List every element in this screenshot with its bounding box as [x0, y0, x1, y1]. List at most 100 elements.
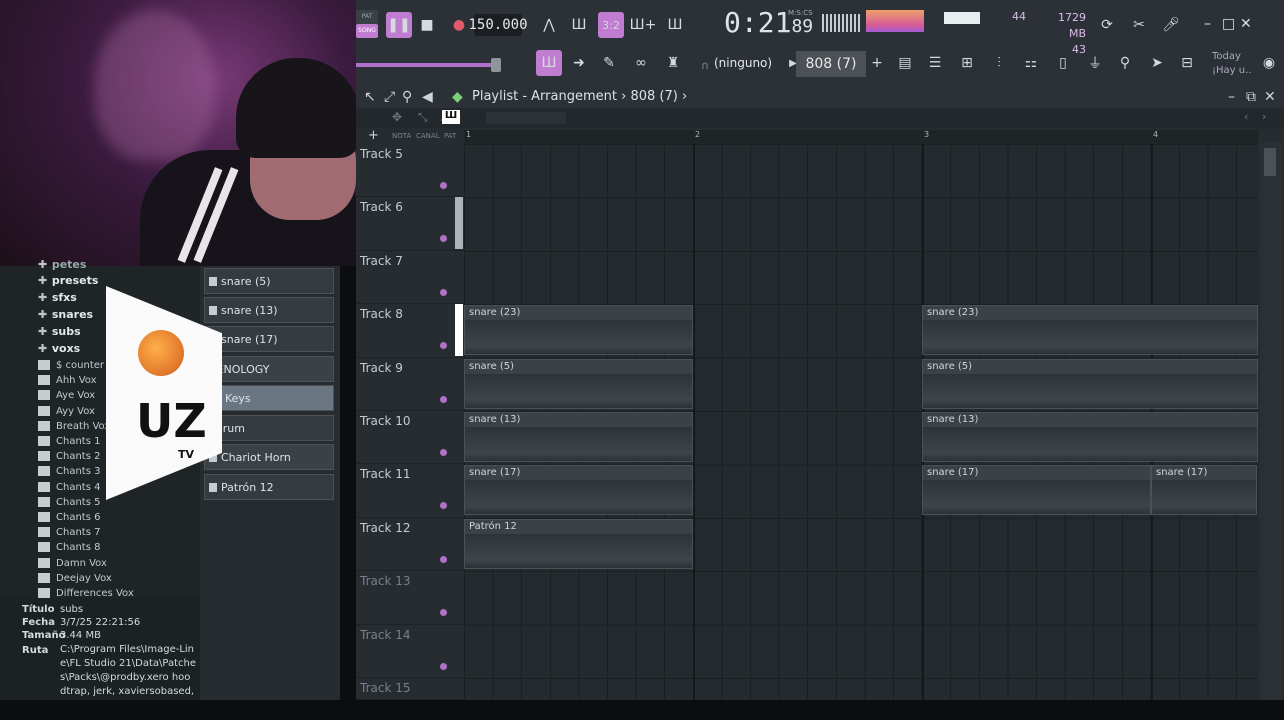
channel-button[interactable]: Serum [204, 415, 334, 441]
file-item[interactable]: Chants 6 [38, 512, 100, 523]
arrangement-grid[interactable]: snare (23) snare (23) snare (5) snare (5) sn… [464, 144, 1258, 700]
piano-mode-icon[interactable]: Ш [442, 110, 460, 124]
wait-icon[interactable]: Ш [566, 12, 592, 38]
pattern-clip[interactable]: snare (23) [464, 305, 693, 356]
track-mute-dot[interactable] [440, 502, 447, 510]
track-mute-dot[interactable] [440, 235, 447, 243]
track-mute-dot[interactable] [440, 182, 447, 189]
track-selector[interactable] [455, 304, 463, 357]
channel-button[interactable]: FL Keys [204, 385, 334, 411]
file-item[interactable]: $ counter b [38, 360, 114, 371]
pattern-clip[interactable]: snare (13) [464, 412, 693, 462]
file-item[interactable]: Chants 3 [38, 466, 100, 477]
pattern-clip[interactable]: Patrón 12 [464, 518, 693, 569]
countdown-icon[interactable]: 3:2 [598, 12, 624, 38]
mode-song[interactable]: SONG [356, 24, 378, 38]
close-icon[interactable]: ✕ [1264, 89, 1276, 105]
cut-icon[interactable]: ✂ [1126, 12, 1152, 38]
mic-icon[interactable]: 🎤︎ [1158, 12, 1184, 38]
file-item[interactable]: Chants 2 [38, 451, 100, 462]
scroll-left-icon[interactable]: ‹ [1244, 110, 1248, 123]
fast-forward-icon[interactable]: ➤ [1144, 50, 1170, 76]
channel-button[interactable]: snare (17) [204, 326, 334, 352]
track-header[interactable]: Track 10 [356, 411, 464, 465]
piano-roll-icon[interactable]: ☰ [922, 50, 948, 76]
link-icon[interactable]: ∞ [628, 50, 654, 76]
track-mute-dot[interactable] [440, 555, 447, 563]
menu-arrow-icon[interactable]: ↖ [364, 89, 376, 105]
plugin-icon[interactable]: ⏚ [1082, 50, 1108, 76]
track-mute-dot[interactable] [440, 342, 447, 350]
track-header[interactable]: Track 11 [356, 464, 464, 518]
file-item[interactable]: Ayy Vox [38, 405, 95, 417]
channel-button[interactable]: ZENOLOGY [204, 356, 334, 382]
add-pattern-icon[interactable]: + [864, 50, 890, 76]
pattern-prev-label[interactable]: (ninguno) [714, 56, 772, 70]
track-header[interactable]: Track 15 [356, 678, 464, 700]
file-icon[interactable]: ▯ [1050, 50, 1076, 76]
file-item[interactable]: Chants 7 [38, 527, 100, 538]
close-icon[interactable]: ✕ [1240, 16, 1252, 32]
pattern-clip[interactable]: snare (5) [922, 358, 1258, 409]
hint-panel[interactable]: Today ¡Hay u.. [1212, 50, 1251, 78]
track-mute-dot[interactable] [440, 395, 447, 403]
file-item[interactable]: Deejay Vox [38, 572, 112, 584]
mixer-icon[interactable]: ⫶ [986, 50, 1012, 76]
pattern-clip[interactable]: snare (13) [922, 412, 1258, 462]
file-item[interactable]: Chants 8 [38, 542, 100, 553]
cart-icon[interactable]: ⊟ [1174, 50, 1200, 76]
mode-pat[interactable]: PAT [356, 10, 378, 24]
track-mute-dot[interactable] [440, 662, 447, 670]
pattern-selector[interactable]: 808 (7) [796, 51, 866, 77]
restore-icon[interactable]: ⧉ [1246, 89, 1256, 105]
pattern-clip[interactable]: snare (23) [922, 305, 1258, 356]
volume-meter[interactable] [944, 12, 980, 24]
track-header[interactable]: Track 12 [356, 518, 464, 572]
track-header[interactable]: Track 9 [356, 358, 464, 411]
fit-icon[interactable]: ⤢ [384, 89, 395, 105]
song-position-knob[interactable] [491, 58, 501, 72]
pattern-clip[interactable]: snare (5) [464, 358, 693, 409]
pattern-clip[interactable]: snare (17) [922, 465, 1151, 516]
folder-item[interactable]: ✚ snares [38, 308, 93, 321]
scroll-right-icon[interactable]: › [1262, 110, 1266, 123]
track-header[interactable]: Track 8 [356, 304, 464, 358]
channel-button[interactable]: snare (5) [204, 268, 334, 294]
pattern-clip[interactable]: snare (17) [464, 465, 693, 516]
stamp-icon[interactable]: ♜ [660, 50, 686, 76]
play-pattern-icon[interactable]: ◆ [452, 89, 463, 105]
news-icon[interactable]: ◉ [1256, 50, 1282, 76]
pattern-clip[interactable]: snare (17) [1151, 465, 1257, 516]
blend-notes-icon[interactable]: Ш+ [630, 12, 657, 38]
stop-button[interactable]: ■ [414, 12, 440, 38]
play-button[interactable]: ❚❚ [386, 12, 412, 38]
file-item[interactable]: Ahh Vox [38, 375, 97, 386]
folder-item[interactable]: ✚ voxs [38, 342, 80, 355]
minimize-icon[interactable]: – [1204, 16, 1211, 32]
file-item[interactable]: Damn Vox [38, 557, 107, 569]
track-header[interactable]: Track 13 [356, 571, 464, 625]
file-item[interactable]: Chants 4 [38, 481, 100, 493]
channel-button[interactable]: Patrón 12 [204, 474, 334, 500]
add-track-icon[interactable]: + [368, 128, 379, 143]
scrollbar-thumb[interactable] [1264, 148, 1276, 176]
speaker-icon[interactable]: ◀ [422, 89, 433, 105]
vertical-scrollbar[interactable] [1260, 142, 1282, 700]
channel-button[interactable]: Chariot Horn [204, 444, 334, 470]
tool-slash-icon[interactable]: ⤡ [418, 110, 428, 125]
folder-item[interactable]: ✚ petes [38, 258, 86, 271]
track-header[interactable]: Track 5 [356, 144, 464, 198]
maximize-icon[interactable]: □ [1222, 16, 1235, 32]
tree-icon[interactable]: ⚏ [1018, 50, 1044, 76]
file-item[interactable]: Chants 5 [38, 496, 100, 508]
track-mute-dot[interactable] [440, 609, 447, 617]
tool-diamond-icon[interactable]: ✥ [392, 110, 402, 124]
metronome-icon[interactable]: ⋀ [536, 12, 562, 38]
track-header[interactable]: Track 7 [356, 251, 464, 305]
zoom-icon[interactable]: ⚲ [402, 89, 412, 105]
file-item[interactable]: Breath Vox [38, 420, 110, 432]
tempo-display[interactable]: 150.000 [469, 14, 528, 36]
track-mute-dot[interactable] [440, 449, 447, 456]
song-position-bar[interactable] [356, 63, 496, 67]
playlist-icon[interactable]: ▤ [892, 50, 918, 76]
